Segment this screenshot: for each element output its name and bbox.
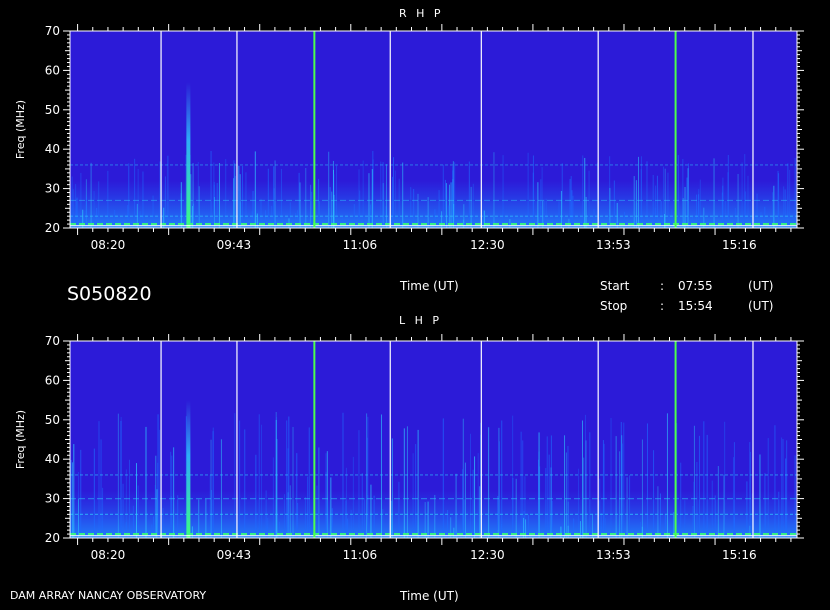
lhp-xtick-label: 13:53 [596,548,631,562]
lhp-ytick-label: 70 [45,334,60,348]
lhp-ytick-label: 30 [45,492,60,506]
rhp-ylabel: Freq (MHz) [14,100,27,159]
rhp-ytick-label: 70 [45,24,60,38]
rhp-xtick-label: 08:20 [91,238,126,252]
rhp-ytick-label: 30 [45,182,60,196]
rhp-xtick-label: 11:06 [343,238,378,252]
rhp-xtick-label: 09:43 [217,238,252,252]
rhp-ytick-label: 40 [45,142,60,156]
lhp-ytick-label: 50 [45,413,60,427]
rhp-ytick-label: 50 [45,103,60,117]
lhp-xtick-label: 15:16 [722,548,757,562]
lhp-ytick-label: 40 [45,452,60,466]
lhp-ytick-label: 60 [45,373,60,387]
rhp-ytick-label: 60 [45,63,60,77]
lhp-burst [186,400,191,538]
rhp-xtick-label: 12:30 [470,238,505,252]
lhp-ytick-label: 20 [45,531,60,545]
lhp-xtick-label: 09:43 [217,548,252,562]
rhp-burst [186,82,191,228]
rhp-xtick-label: 15:16 [722,238,757,252]
lhp-xtick-label: 12:30 [470,548,505,562]
rhp-xtick-label: 13:53 [596,238,631,252]
spectrogram-figure: 20 30 40 50 60 70 08:20 09:43 11:06 12:30 13:53 15:… [14,24,804,562]
lhp-xtick-label: 08:20 [91,548,126,562]
rhp-ytick-label: 20 [45,221,60,235]
lhp-xtick-label: 11:06 [343,548,378,562]
lhp-ylabel: Freq (MHz) [14,410,27,469]
